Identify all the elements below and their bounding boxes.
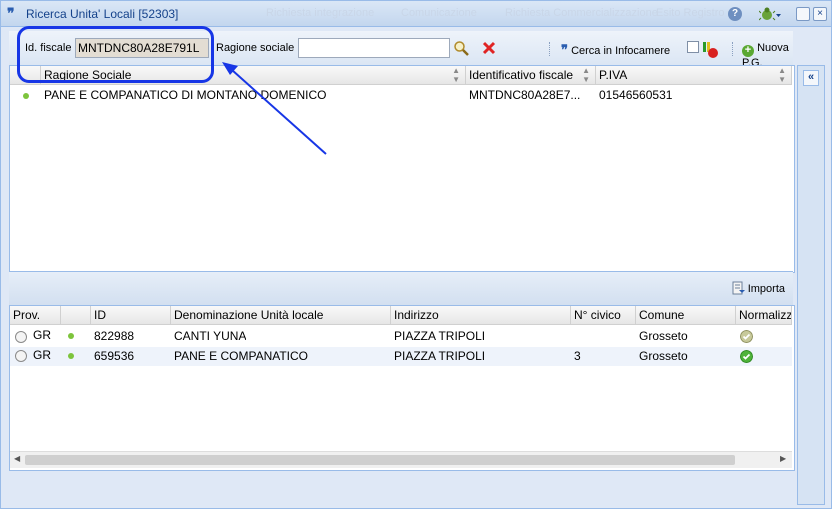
annotation-arrow (222, 62, 327, 155)
